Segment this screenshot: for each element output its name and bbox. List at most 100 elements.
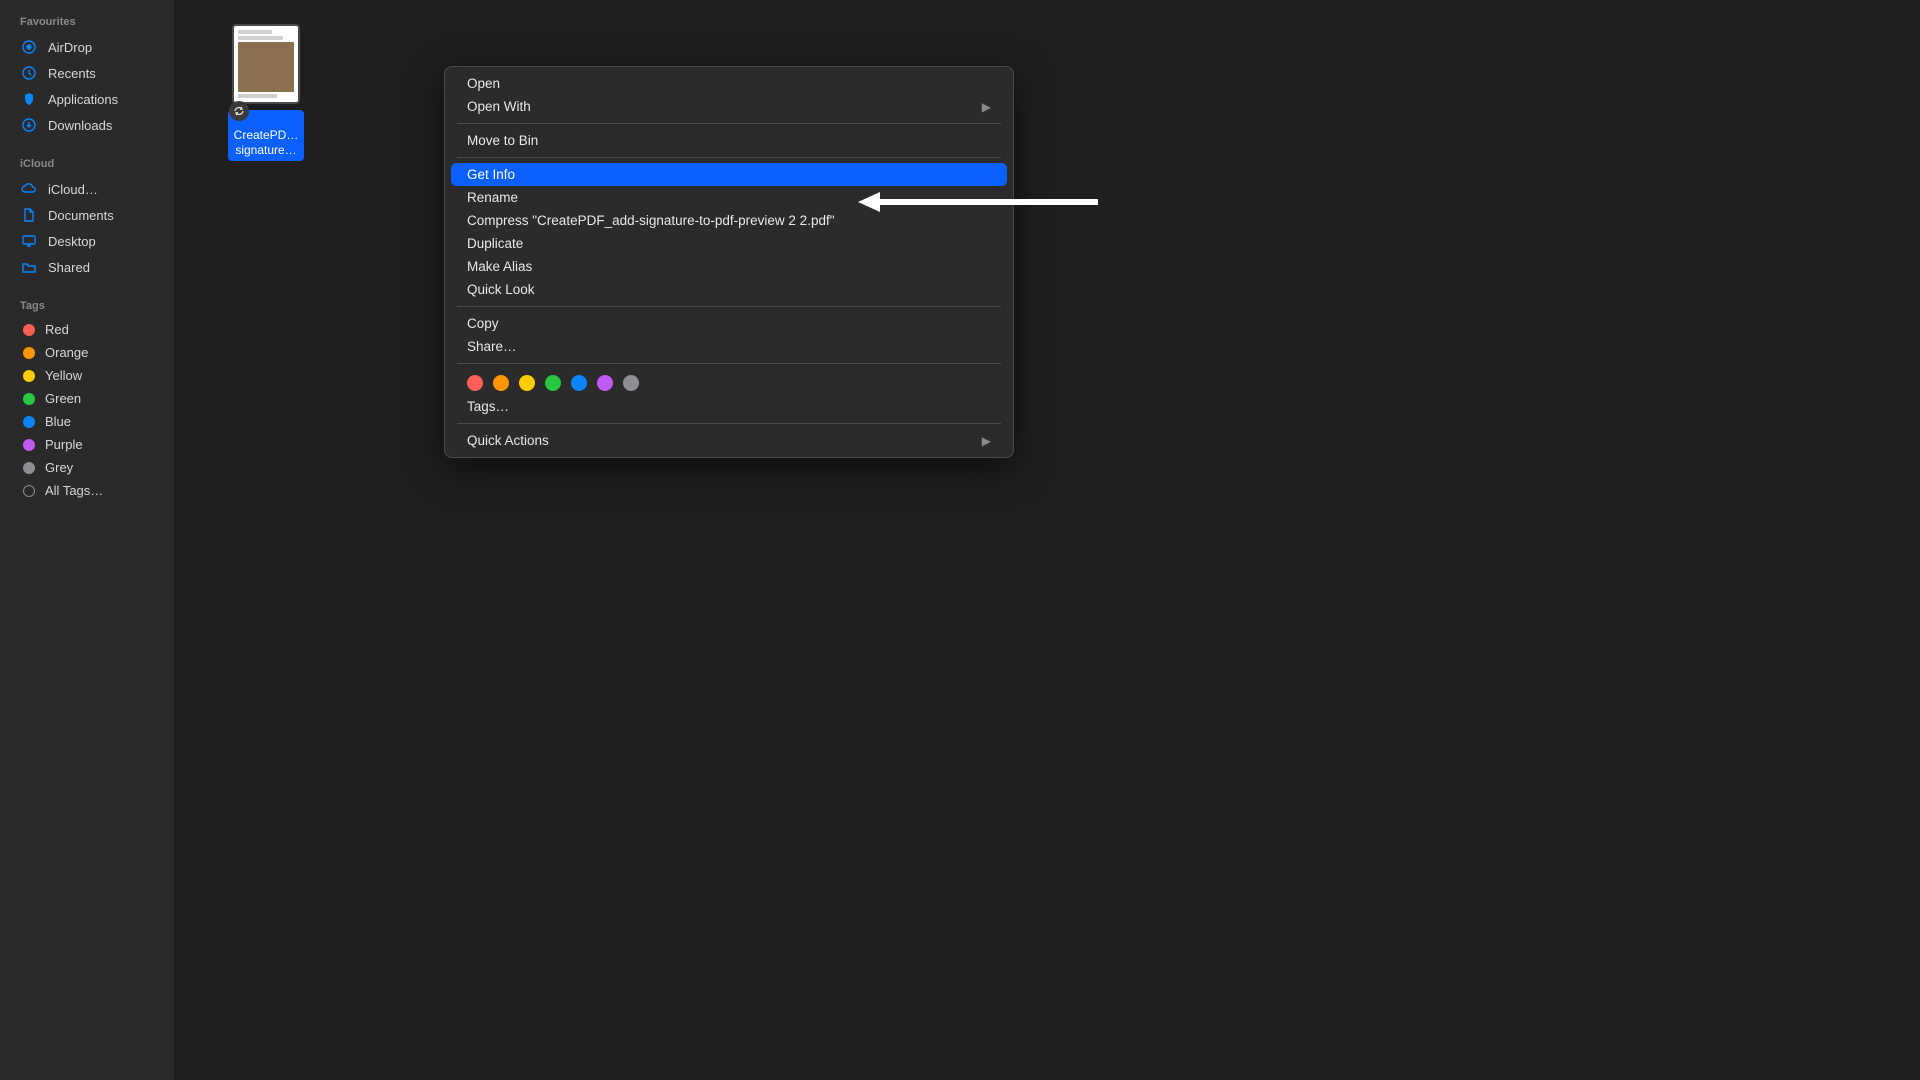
sidebar-tag-all[interactable]: All Tags…	[0, 479, 174, 502]
sidebar-section-favourites: Favourites AirDrop Recents Applications …	[0, 12, 174, 138]
tag-dot-orange-icon	[23, 347, 35, 359]
sidebar: Favourites AirDrop Recents Applications …	[0, 0, 174, 1080]
menu-item-quick-look[interactable]: Quick Look	[445, 278, 1013, 301]
sidebar-tag-blue[interactable]: Blue	[0, 410, 174, 433]
tag-dot-green-icon	[23, 393, 35, 405]
sidebar-item-label: Downloads	[48, 118, 112, 133]
sidebar-item-label: Purple	[45, 437, 83, 452]
sidebar-item-label: Shared	[48, 260, 90, 275]
menu-item-tags[interactable]: Tags…	[445, 395, 1013, 418]
menu-item-label: Open	[467, 76, 500, 91]
sidebar-item-airdrop[interactable]: AirDrop	[0, 34, 174, 60]
menu-tag-purple[interactable]	[597, 375, 613, 391]
tag-dot-yellow-icon	[23, 370, 35, 382]
menu-tag-red[interactable]	[467, 375, 483, 391]
sidebar-tag-purple[interactable]: Purple	[0, 433, 174, 456]
tag-dot-grey-icon	[23, 462, 35, 474]
sidebar-tag-green[interactable]: Green	[0, 387, 174, 410]
file-sync-badge-icon	[229, 101, 249, 121]
sidebar-tag-yellow[interactable]: Yellow	[0, 364, 174, 387]
sidebar-item-recents[interactable]: Recents	[0, 60, 174, 86]
sidebar-item-label: Grey	[45, 460, 73, 475]
menu-item-label: Tags…	[467, 399, 509, 414]
menu-tag-grey[interactable]	[623, 375, 639, 391]
sidebar-tag-orange[interactable]: Orange	[0, 341, 174, 364]
menu-item-duplicate[interactable]: Duplicate	[445, 232, 1013, 255]
menu-item-open[interactable]: Open	[445, 72, 1013, 95]
favourites-title: Favourites	[0, 12, 174, 34]
sidebar-item-label: Blue	[45, 414, 71, 429]
sidebar-tag-grey[interactable]: Grey	[0, 456, 174, 479]
file-browser-area[interactable]: CreatePD…signature… Open Open With ▶ Mov…	[174, 0, 1920, 1080]
menu-item-move-to-bin[interactable]: Move to Bin	[445, 129, 1013, 152]
cloud-icon	[20, 180, 38, 198]
menu-item-label: Quick Actions	[467, 433, 549, 448]
tag-dot-red-icon	[23, 324, 35, 336]
sidebar-item-icloud-drive[interactable]: iCloud…	[0, 176, 174, 202]
sidebar-item-label: Yellow	[45, 368, 82, 383]
sidebar-item-shared[interactable]: Shared	[0, 254, 174, 280]
menu-divider	[457, 123, 1001, 124]
menu-tag-blue[interactable]	[571, 375, 587, 391]
sidebar-tag-red[interactable]: Red	[0, 318, 174, 341]
menu-item-label: Get Info	[467, 167, 515, 182]
sidebar-section-tags: Tags Red Orange Yellow Green Blue Purple…	[0, 296, 174, 502]
menu-item-quick-actions[interactable]: Quick Actions ▶	[445, 429, 1013, 452]
shared-icon	[20, 258, 38, 276]
sidebar-item-label: Documents	[48, 208, 114, 223]
menu-item-open-with[interactable]: Open With ▶	[445, 95, 1013, 118]
sidebar-item-label: AirDrop	[48, 40, 92, 55]
chevron-right-icon: ▶	[982, 434, 991, 448]
icloud-title: iCloud	[0, 154, 174, 176]
menu-tag-green[interactable]	[545, 375, 561, 391]
tag-dot-blue-icon	[23, 416, 35, 428]
recents-icon	[20, 64, 38, 82]
sidebar-item-downloads[interactable]: Downloads	[0, 112, 174, 138]
menu-item-label: Copy	[467, 316, 499, 331]
sidebar-item-label: iCloud…	[48, 182, 98, 197]
desktop-icon	[20, 232, 38, 250]
sidebar-item-label: Orange	[45, 345, 88, 360]
menu-divider	[457, 363, 1001, 364]
sidebar-item-label: All Tags…	[45, 483, 103, 498]
sidebar-section-icloud: iCloud iCloud… Documents Desktop Shared	[0, 154, 174, 280]
menu-divider	[457, 157, 1001, 158]
menu-divider	[457, 423, 1001, 424]
sidebar-item-label: Desktop	[48, 234, 96, 249]
sidebar-item-documents[interactable]: Documents	[0, 202, 174, 228]
menu-item-label: Share…	[467, 339, 517, 354]
sidebar-item-applications[interactable]: Applications	[0, 86, 174, 112]
menu-tag-row	[445, 369, 1013, 395]
menu-item-rename[interactable]: Rename	[445, 186, 1013, 209]
menu-item-get-info[interactable]: Get Info	[451, 163, 1007, 186]
menu-item-label: Open With	[467, 99, 531, 114]
menu-item-label: Compress "CreatePDF_add-signature-to-pdf…	[467, 213, 835, 228]
tag-dot-purple-icon	[23, 439, 35, 451]
sidebar-item-label: Red	[45, 322, 69, 337]
menu-tag-orange[interactable]	[493, 375, 509, 391]
menu-item-share[interactable]: Share…	[445, 335, 1013, 358]
chevron-right-icon: ▶	[982, 100, 991, 114]
tag-dot-all-icon	[23, 485, 35, 497]
menu-item-copy[interactable]: Copy	[445, 312, 1013, 335]
applications-icon	[20, 90, 38, 108]
menu-divider	[457, 306, 1001, 307]
airdrop-icon	[20, 38, 38, 56]
menu-item-make-alias[interactable]: Make Alias	[445, 255, 1013, 278]
file-item[interactable]: CreatePD…signature…	[219, 24, 313, 161]
menu-item-label: Make Alias	[467, 259, 532, 274]
sidebar-item-label: Applications	[48, 92, 118, 107]
sidebar-item-desktop[interactable]: Desktop	[0, 228, 174, 254]
documents-icon	[20, 206, 38, 224]
file-thumbnail-icon	[232, 24, 300, 104]
downloads-icon	[20, 116, 38, 134]
menu-item-label: Move to Bin	[467, 133, 538, 148]
sidebar-item-label: Recents	[48, 66, 96, 81]
menu-item-label: Quick Look	[467, 282, 535, 297]
menu-tag-yellow[interactable]	[519, 375, 535, 391]
menu-item-label: Rename	[467, 190, 518, 205]
menu-item-compress[interactable]: Compress "CreatePDF_add-signature-to-pdf…	[445, 209, 1013, 232]
context-menu: Open Open With ▶ Move to Bin Get Info Re…	[444, 66, 1014, 458]
menu-item-label: Duplicate	[467, 236, 523, 251]
sidebar-item-label: Green	[45, 391, 81, 406]
